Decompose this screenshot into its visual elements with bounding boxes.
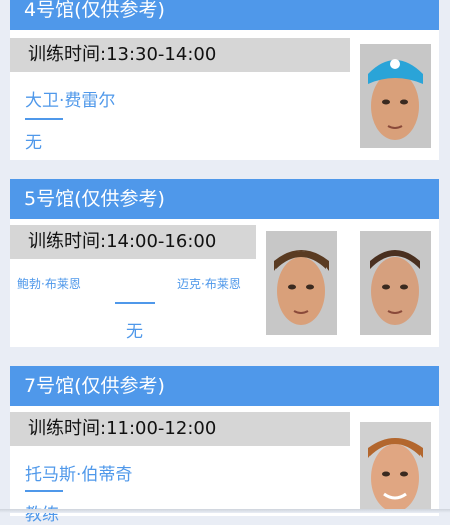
court-title: 5号馆(仅供参考): [10, 179, 439, 219]
bottom-edge: [0, 509, 450, 513]
court-card-4: 4号馆(仅供参考) 训练时间:13:30-14:00 大卫·费雷尔 无: [10, 0, 439, 160]
player-photo-david-ferrer[interactable]: [360, 44, 431, 148]
court-card-5: 5号馆(仅供参考) 训练时间:14:00-16:00 鲍勃·布莱恩 迈克·布莱恩…: [10, 179, 439, 347]
player-name[interactable]: 鲍勃·布莱恩: [17, 275, 81, 292]
court-title: 4号馆(仅供参考): [10, 0, 439, 30]
player-name[interactable]: 托马斯·伯蒂奇: [25, 460, 132, 485]
court-title: 7号馆(仅供参考): [10, 366, 439, 406]
player-photo-mike-bryan[interactable]: [360, 231, 431, 335]
coach-value: 无: [126, 322, 143, 342]
name-underline: [25, 490, 63, 492]
training-time-bar: 训练时间:13:30-14:00: [10, 38, 350, 72]
coach-value: 无: [25, 133, 42, 153]
name-underline: [25, 118, 63, 120]
player-name[interactable]: 大卫·费雷尔: [25, 86, 115, 111]
training-time-bar: 训练时间:11:00-12:00: [10, 412, 350, 446]
player-photo-tomas-berdych[interactable]: [360, 422, 431, 512]
training-time-bar: 训练时间:14:00-16:00: [10, 225, 256, 259]
court-card-7: 7号馆(仅供参考) 训练时间:11:00-12:00 托马斯·伯蒂奇 教练: [10, 366, 439, 525]
player-photo-bob-bryan[interactable]: [266, 231, 337, 335]
name-underline: [115, 302, 155, 304]
player-name[interactable]: 迈克·布莱恩: [177, 275, 241, 292]
